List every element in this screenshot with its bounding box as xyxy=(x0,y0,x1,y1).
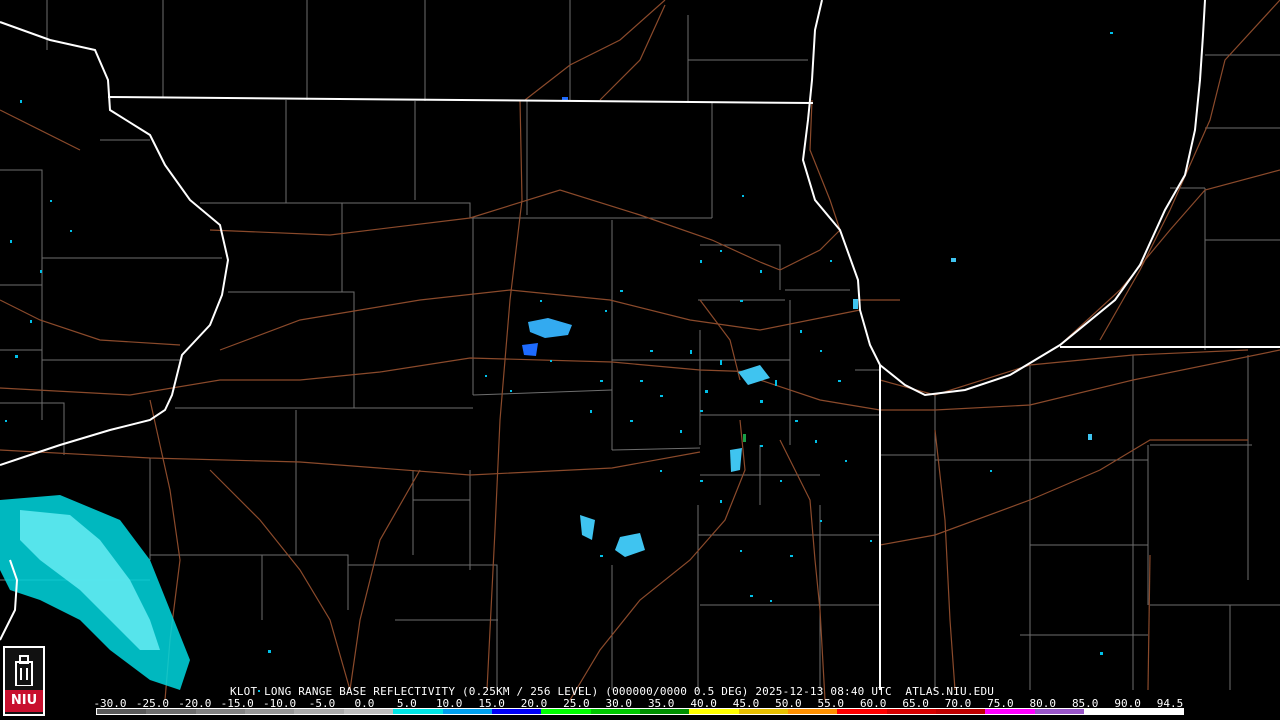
legend-colorbar xyxy=(96,708,1184,715)
colorbar-segment xyxy=(689,709,739,714)
colorbar-segment xyxy=(294,709,344,714)
colorbar-segment xyxy=(788,709,838,714)
colorbar-segment xyxy=(886,709,937,714)
logo-text: NIU xyxy=(5,690,43,712)
colorbar-segment xyxy=(590,709,640,714)
colorbar-segment xyxy=(491,709,542,714)
colorbar-segment xyxy=(936,709,986,714)
colorbar-segment xyxy=(985,709,1035,714)
colorbar-segment xyxy=(1133,709,1183,714)
colorbar-segment xyxy=(393,709,443,714)
colorbar-segment xyxy=(1084,709,1134,714)
colorbar-segment xyxy=(639,709,690,714)
colorbar-segment xyxy=(1034,709,1085,714)
colorbar-segment xyxy=(245,709,295,714)
niu-logo: NIU xyxy=(3,646,45,716)
colorbar-segment xyxy=(738,709,789,714)
tower-icon xyxy=(15,655,33,686)
radar-map xyxy=(0,0,1280,720)
colorbar-segment xyxy=(343,709,394,714)
colorbar-segment xyxy=(97,709,147,714)
colorbar-segment xyxy=(146,709,196,714)
colorbar-segment xyxy=(442,709,492,714)
colorbar-segment xyxy=(541,709,591,714)
colorbar-segment xyxy=(837,709,887,714)
colorbar-segment xyxy=(195,709,246,714)
